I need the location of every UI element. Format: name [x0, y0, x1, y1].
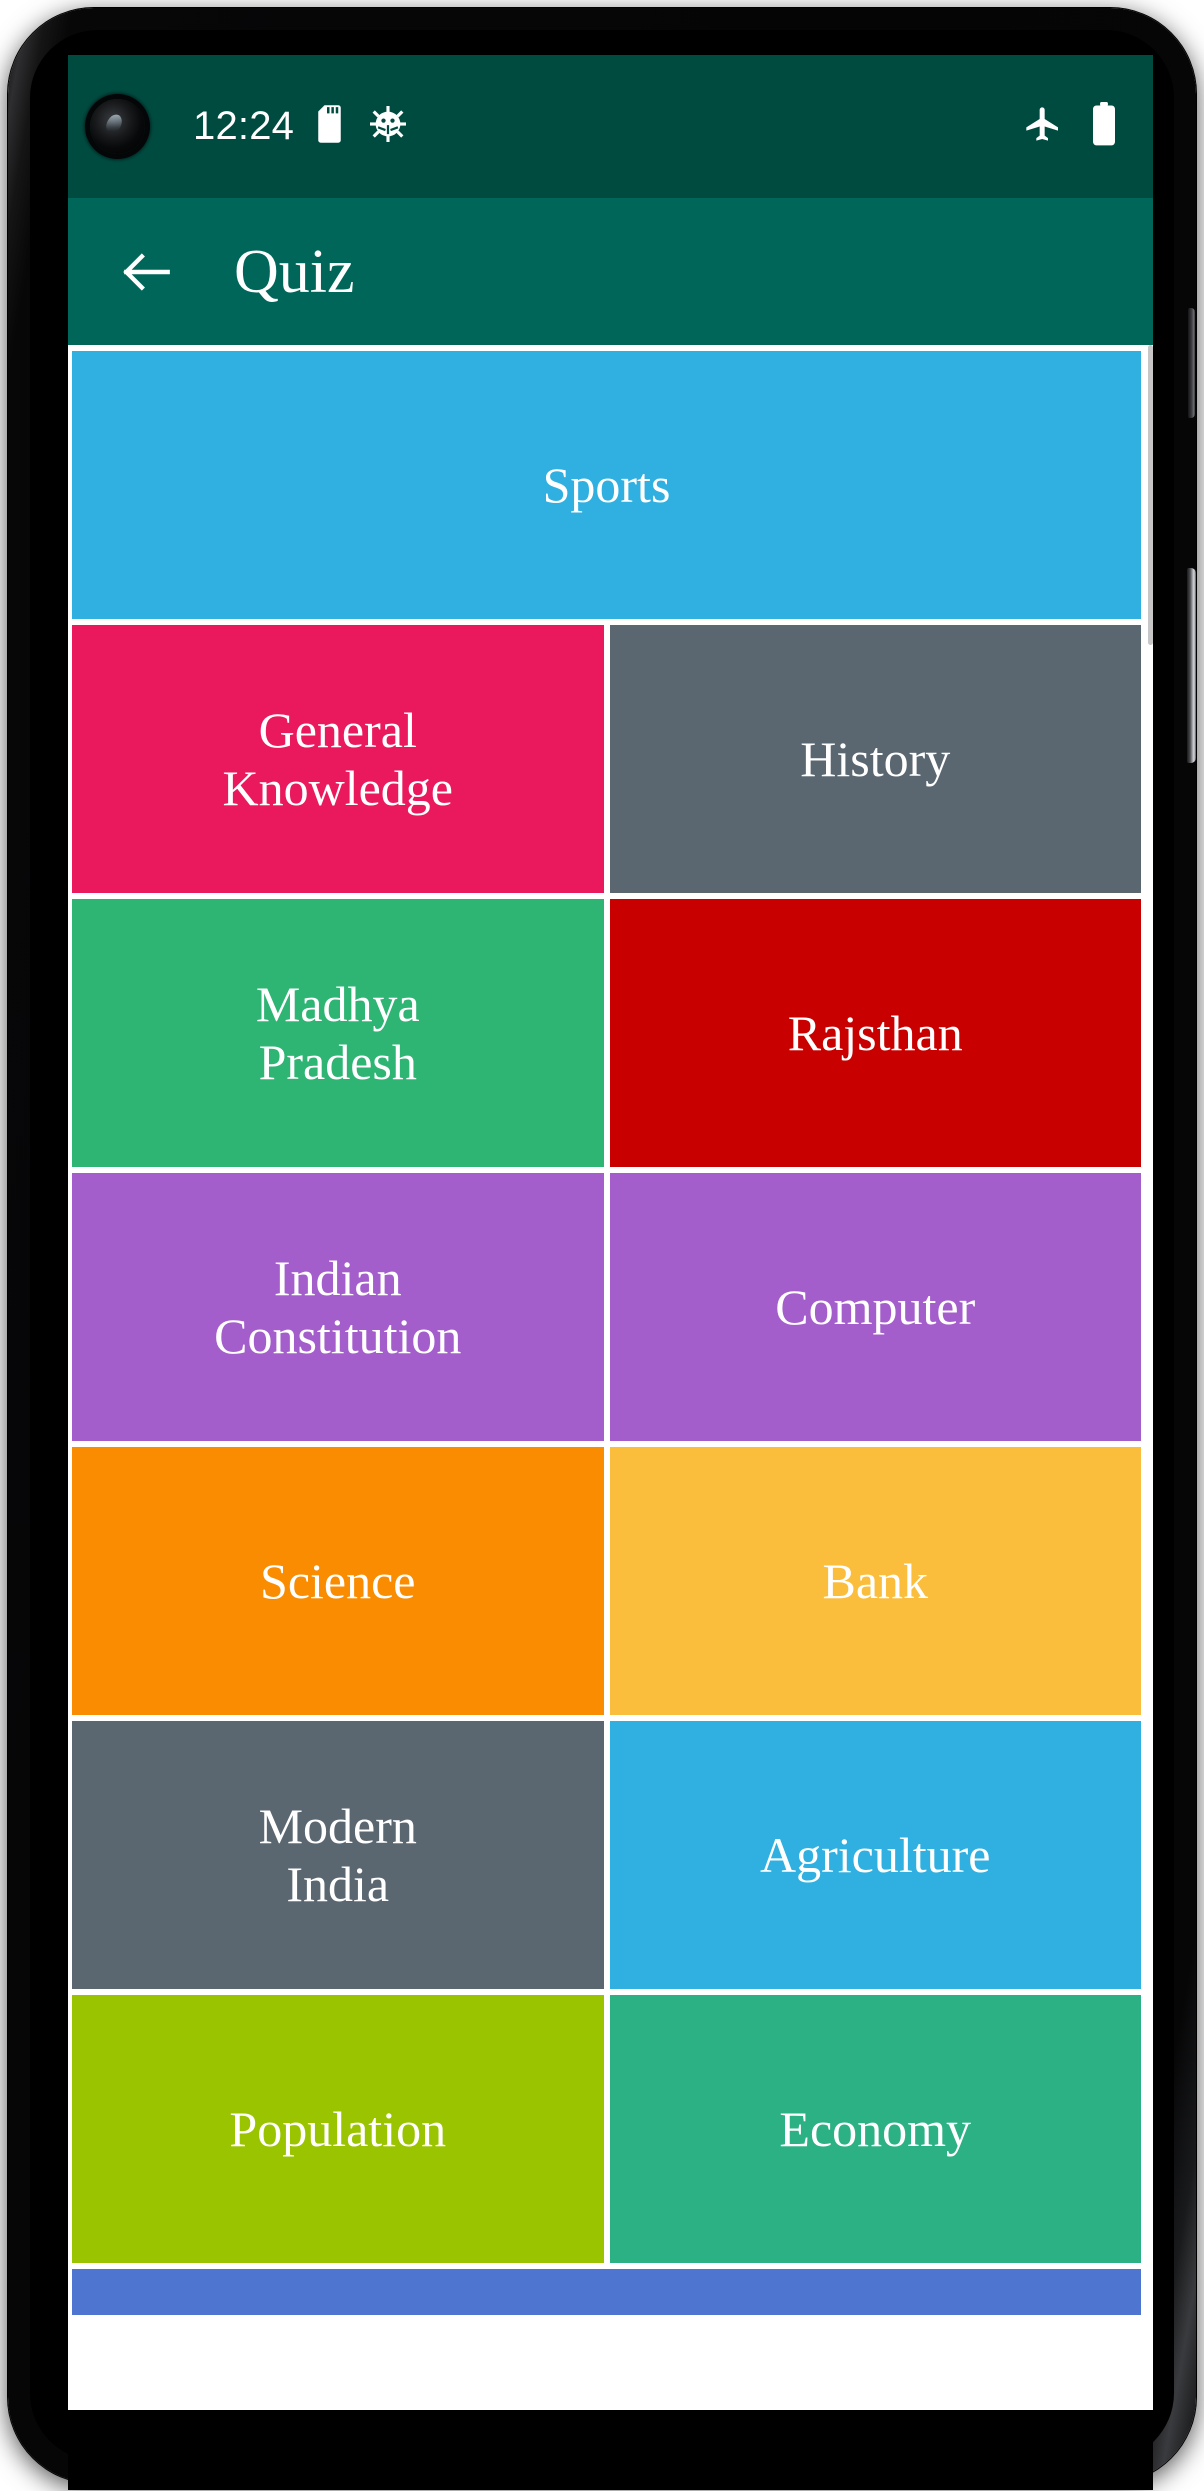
page-title: Quiz	[234, 237, 355, 306]
category-tile-general-knowledge[interactable]: General Knowledge	[72, 625, 604, 893]
category-tile-label: Modern India	[258, 1797, 417, 1913]
category-tile-partial[interactable]	[72, 2269, 1141, 2315]
category-tile-indian-constitution[interactable]: Indian Constitution	[72, 1173, 604, 1441]
category-tile-label: Agriculture	[760, 1826, 991, 1883]
power-button[interactable]	[1187, 568, 1196, 763]
category-tile-computer[interactable]: Computer	[609, 1173, 1141, 1441]
category-tile-label: Economy	[779, 2100, 972, 2157]
category-tile-agriculture[interactable]: Agriculture	[609, 1721, 1141, 1989]
android-bug-icon	[370, 106, 407, 147]
category-tile-label: Computer	[775, 1278, 976, 1335]
category-tile-label: Sports	[542, 456, 671, 513]
volume-button[interactable]	[1188, 308, 1195, 418]
category-tile-label: Population	[229, 2100, 447, 2157]
category-tile-label: History	[800, 730, 951, 787]
category-tile-science[interactable]: Science	[72, 1447, 604, 1715]
category-tile-label: Science	[260, 1552, 416, 1609]
category-tile-rajsthan[interactable]: Rajsthan	[609, 899, 1141, 1167]
sd-card-icon	[317, 105, 347, 148]
phone-screen: 12:24 Quiz Sports General Knowledge Hist…	[68, 55, 1153, 2410]
category-tile-label: Madhya Pradesh	[255, 975, 420, 1091]
category-grid: Sports General Knowledge History Madhya Prade…	[68, 345, 1153, 2410]
category-tile-label: Indian Constitution	[214, 1249, 462, 1365]
category-tile-label: Bank	[822, 1552, 929, 1609]
category-tile-label: General Knowledge	[222, 701, 454, 817]
category-tile-economy[interactable]: Economy	[609, 1995, 1141, 2263]
front-camera-punch-hole	[90, 99, 145, 154]
grid-scrollbar[interactable]	[1148, 345, 1153, 645]
category-tile-bank[interactable]: Bank	[609, 1447, 1141, 1715]
category-tile-population[interactable]: Population	[72, 1995, 604, 2263]
battery-icon	[1091, 102, 1117, 151]
category-tile-label: Rajsthan	[787, 1004, 963, 1061]
back-arrow-icon	[123, 252, 170, 291]
category-tile-history[interactable]: History	[609, 625, 1141, 893]
category-tile-modern-india[interactable]: Modern India	[72, 1721, 604, 1989]
app-bar: Quiz	[68, 198, 1153, 345]
system-nav-area	[68, 2410, 1153, 2490]
status-bar: 12:24	[68, 55, 1153, 198]
back-button[interactable]	[112, 237, 182, 307]
phone-frame: 12:24 Quiz Sports General Knowledge Hist…	[8, 8, 1196, 2490]
airplane-mode-icon	[1023, 104, 1063, 149]
status-time: 12:24	[193, 104, 295, 148]
category-tile-madhya-pradesh[interactable]: Madhya Pradesh	[72, 899, 604, 1167]
category-tile-sports[interactable]: Sports	[72, 351, 1141, 619]
